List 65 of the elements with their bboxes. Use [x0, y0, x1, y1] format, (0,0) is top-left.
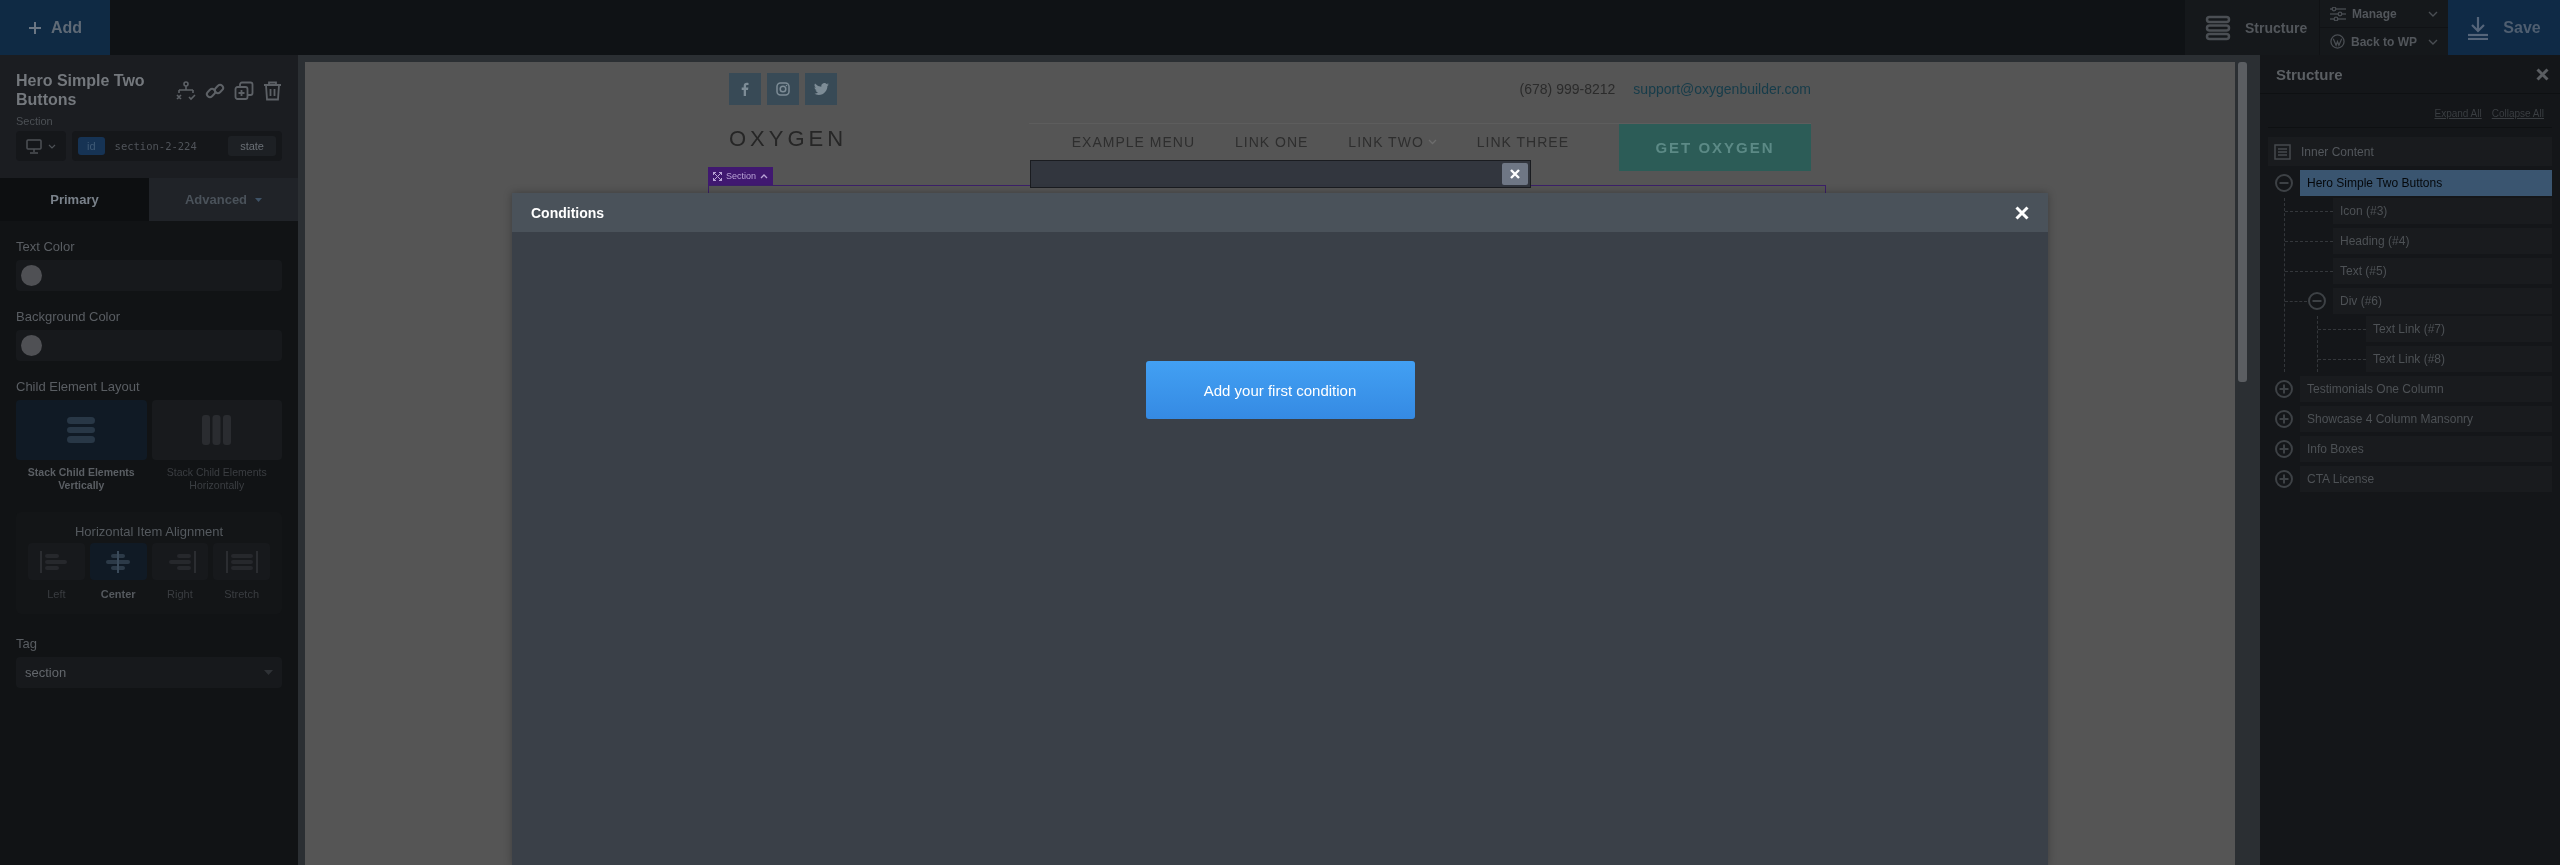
save-button[interactable]: Save — [2448, 0, 2560, 55]
download-icon — [2467, 15, 2490, 40]
link-icon[interactable] — [205, 81, 225, 101]
expand-icon[interactable] — [2274, 439, 2294, 459]
dialog-title: Conditions — [531, 204, 605, 221]
expand-icon[interactable] — [2274, 409, 2294, 429]
email-link[interactable]: support@oxygenbuilder.com — [1633, 81, 1811, 97]
duplicate-icon[interactable] — [234, 81, 254, 101]
option-label: Stack Child Elements Vertically — [26, 466, 136, 492]
monitor-icon — [26, 138, 42, 154]
layout-option[interactable] — [151, 400, 282, 460]
rows-icon — [66, 416, 97, 444]
alignment-option[interactable] — [151, 543, 209, 580]
group-title: Horizontal Item Alignment — [73, 524, 225, 539]
add-condition-button[interactable]: Add your first condition — [1145, 361, 1415, 419]
alignment-option[interactable] — [28, 543, 85, 580]
layout-option[interactable] — [16, 400, 147, 460]
sliders-icon — [2330, 6, 2346, 21]
alignment-option[interactable] — [89, 543, 147, 580]
field-label: Background Color — [16, 309, 122, 324]
plus-icon — [27, 20, 42, 35]
id-value: section-2-224 — [114, 140, 198, 152]
device-select[interactable] — [16, 131, 66, 161]
hierarchy-icon[interactable] — [176, 81, 196, 101]
instagram-icon[interactable] — [767, 73, 799, 105]
tag-select[interactable]: section — [16, 657, 282, 688]
element-title: Hero Simple Two Buttons — [16, 71, 146, 109]
color-swatch[interactable] — [21, 265, 42, 286]
tree-item-label: Inner Content — [2301, 144, 2374, 159]
facebook-icon[interactable] — [729, 73, 761, 105]
twitter-icon[interactable] — [805, 73, 837, 105]
color-swatch[interactable] — [21, 335, 42, 356]
tree-root[interactable]: Inner Content — [2268, 137, 2552, 166]
chevron-down-icon — [2428, 10, 2438, 17]
close-icon — [1510, 169, 1520, 179]
structure-icon — [2205, 14, 2231, 41]
move-icon — [713, 171, 722, 181]
color-field[interactable] — [16, 260, 282, 291]
scrollbar-thumb[interactable] — [2238, 62, 2247, 382]
caret-icon — [264, 670, 273, 675]
expand-icon[interactable] — [2274, 469, 2294, 489]
trash-icon[interactable] — [263, 81, 282, 101]
chevron-down-icon — [2428, 38, 2438, 45]
wordpress-icon — [2330, 34, 2345, 49]
option-label: Center — [100, 588, 136, 600]
alignment-option[interactable] — [213, 543, 270, 580]
caret-icon — [255, 197, 263, 202]
panel-title: Structure — [2276, 65, 2343, 83]
expand-icon[interactable] — [2274, 379, 2294, 399]
state-button[interactable]: state — [228, 136, 276, 156]
close-button[interactable] — [1502, 163, 1528, 185]
color-field[interactable] — [16, 330, 282, 361]
tab[interactable]: Primary — [0, 178, 149, 221]
tree-item[interactable]: Hero Simple Two Buttons — [2300, 170, 2552, 196]
field-label: Tag — [16, 636, 38, 651]
field-label: Child Element Layout — [16, 379, 141, 394]
chevron-up-icon — [760, 173, 769, 179]
add-button[interactable]: Add — [0, 0, 110, 55]
chevron-down-icon — [48, 143, 56, 149]
section-tag[interactable]: Section — [708, 167, 774, 185]
structure-button[interactable]: Structure — [2185, 0, 2319, 55]
document-icon — [2274, 143, 2291, 160]
field-label: Text Color — [16, 239, 76, 254]
collapse-icon[interactable] — [2307, 291, 2327, 311]
collapse-icon[interactable] — [2274, 173, 2294, 193]
